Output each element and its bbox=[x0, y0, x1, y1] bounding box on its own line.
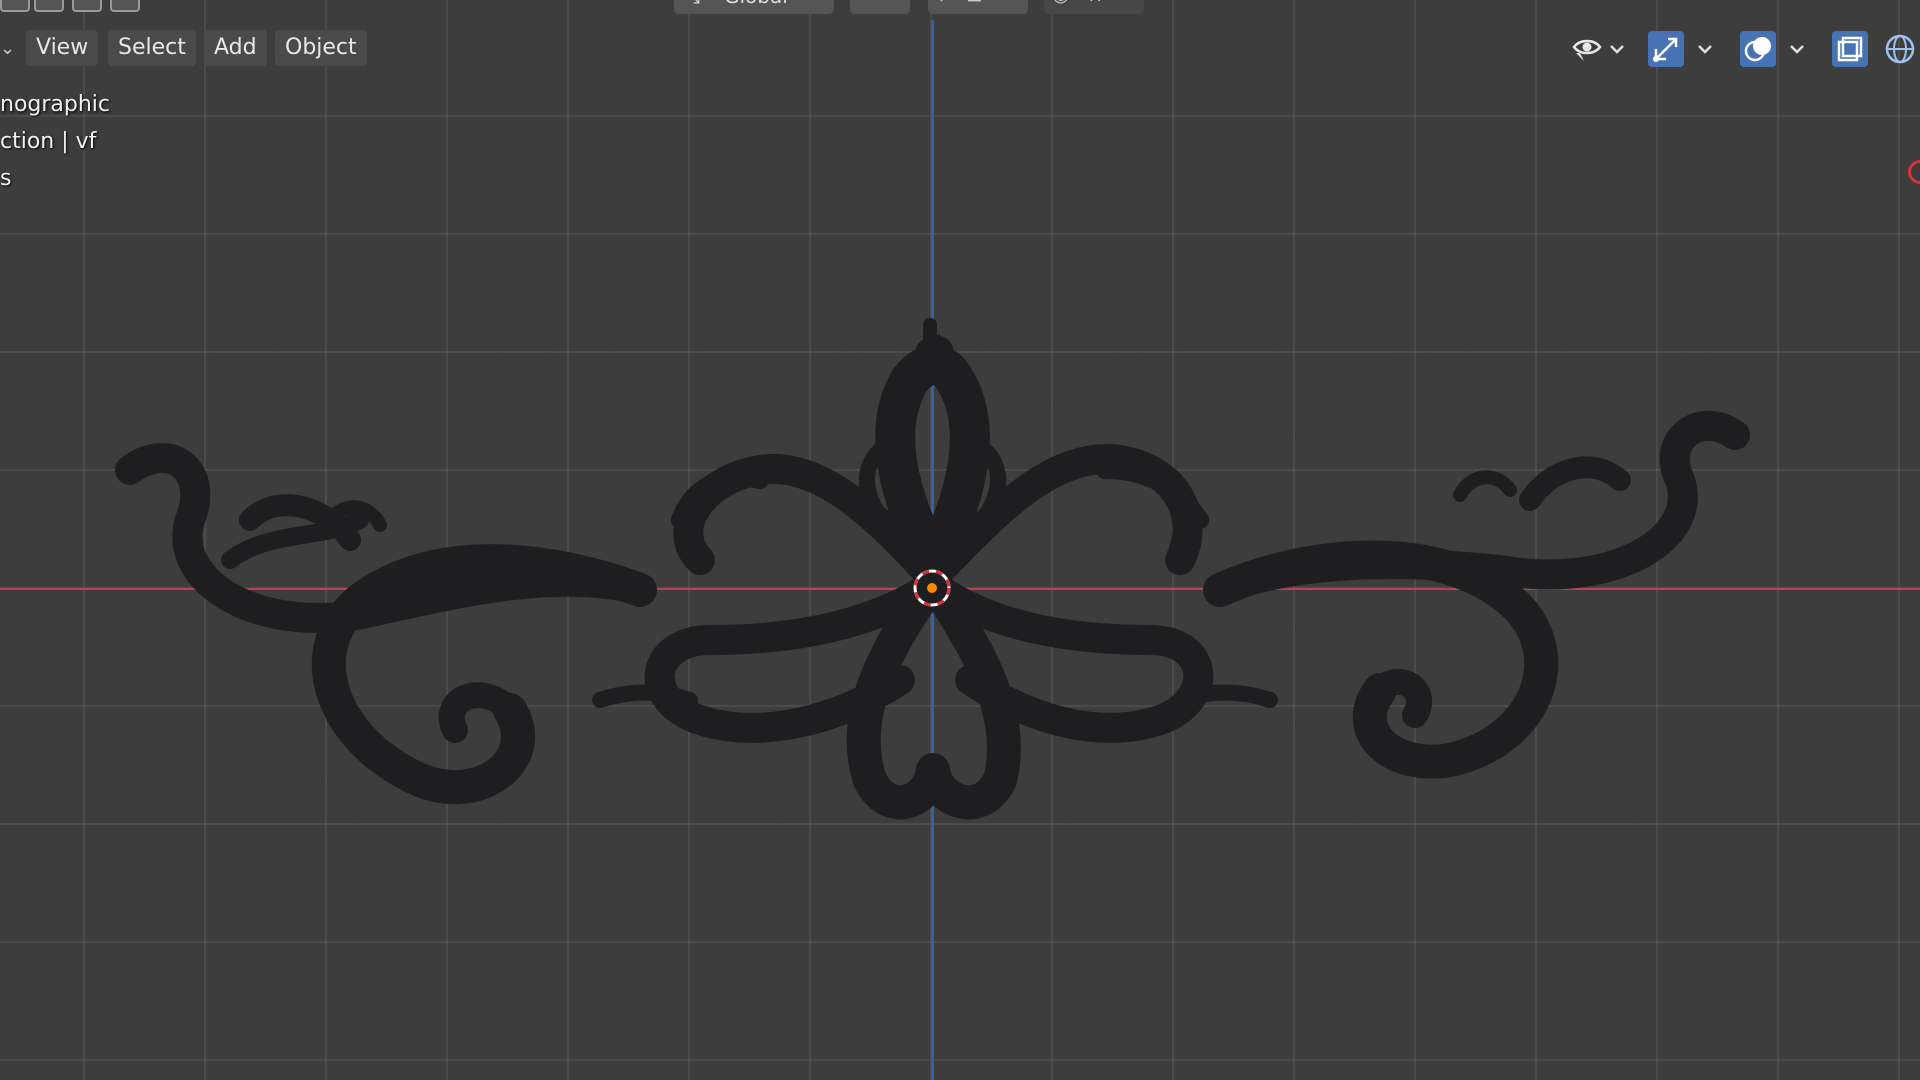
wireframe-sphere-icon bbox=[1885, 34, 1915, 64]
object-visibility-button[interactable] bbox=[1570, 31, 1604, 67]
chevron-down-icon[interactable] bbox=[1694, 31, 1716, 67]
eye-icon bbox=[1572, 39, 1602, 61]
shading-wireframe-button[interactable] bbox=[1880, 31, 1920, 67]
proportional-editing-dropdown[interactable]: ◉ ∩ bbox=[1044, 0, 1144, 14]
ornament-model[interactable] bbox=[0, 0, 1920, 1080]
top-toolbar: ⤡ Global ▾ ⟳ ▾ ⌇ ⊞ ▾ ◉ ∩ bbox=[0, 0, 1920, 14]
viewport-info-line: s bbox=[0, 166, 12, 191]
xray-icon bbox=[1837, 36, 1863, 62]
snap-icon: ⌇ bbox=[936, 0, 946, 6]
chevron-down-icon[interactable] bbox=[1606, 31, 1628, 67]
3d-viewport[interactable] bbox=[0, 0, 1920, 1080]
menu-view[interactable]: View bbox=[26, 30, 99, 66]
select-mode-new-button[interactable] bbox=[0, 0, 30, 12]
transform-orientation-icon: ⤡ bbox=[684, 0, 700, 8]
viewport-view-name: nographic bbox=[0, 92, 111, 117]
gizmo-toggle-button[interactable] bbox=[1648, 31, 1684, 67]
select-mode-subtract-button[interactable] bbox=[72, 0, 102, 12]
chevron-left-icon[interactable]: ⌄ bbox=[0, 38, 15, 59]
menu-select[interactable]: Select bbox=[108, 30, 196, 66]
menu-add[interactable]: Add bbox=[204, 30, 267, 66]
chevron-down-icon[interactable] bbox=[1786, 31, 1808, 67]
overlays-icon bbox=[1744, 37, 1771, 62]
proportional-edit-icon: ◉ bbox=[1052, 0, 1069, 6]
pivot-icon: ⟳ bbox=[858, 0, 875, 6]
overlays-toggle-button[interactable] bbox=[1740, 31, 1776, 67]
snap-target-icon: ⊞ bbox=[966, 0, 983, 6]
viewport-collection-info: ction | vf bbox=[0, 129, 97, 154]
pivot-point-dropdown[interactable]: ⟳ ▾ bbox=[850, 0, 910, 14]
xray-toggle-button[interactable] bbox=[1832, 31, 1868, 67]
falloff-icon: ∩ bbox=[1088, 0, 1103, 6]
snapping-dropdown[interactable]: ⌇ ⊞ ▾ bbox=[928, 0, 1028, 14]
menu-object[interactable]: Object bbox=[275, 30, 367, 66]
transform-orientation-dropdown[interactable]: ⤡ Global ▾ bbox=[674, 0, 834, 14]
gizmo-icon bbox=[1653, 37, 1678, 62]
3d-cursor-icon[interactable] bbox=[912, 568, 952, 608]
select-mode-extend-button[interactable] bbox=[34, 0, 64, 12]
transform-orientation-label: Global bbox=[724, 0, 788, 8]
select-mode-invert-button[interactable] bbox=[110, 0, 140, 12]
